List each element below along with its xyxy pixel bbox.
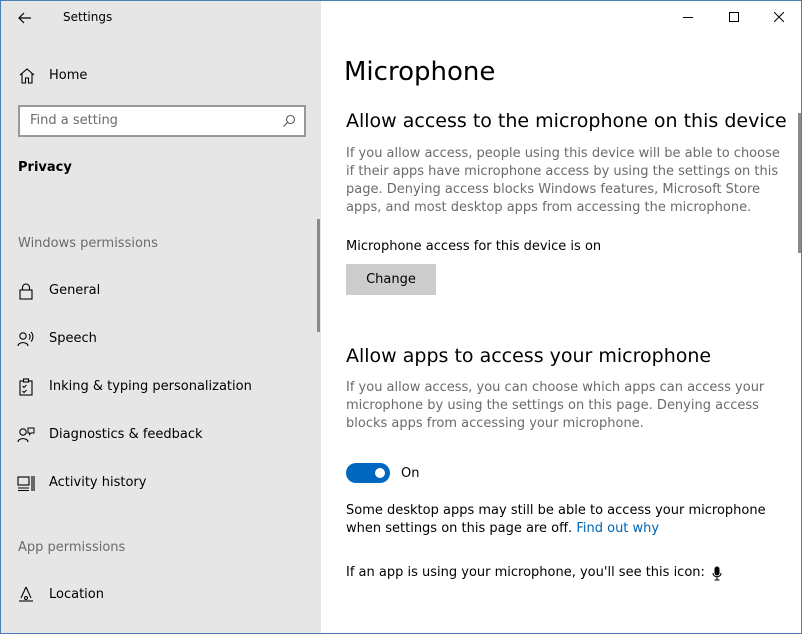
sidebar-item-label: Home	[49, 67, 88, 83]
sidebar-item-home[interactable]: Home	[1, 57, 321, 93]
location-icon	[19, 586, 33, 602]
device-access-description: If you allow access, people using this d…	[346, 146, 780, 215]
search-placeholder: Find a setting	[30, 113, 118, 128]
device-access-heading: Allow access to the microphone on this d…	[346, 110, 787, 132]
activity-history-icon	[17, 476, 35, 492]
apps-access-description: If you allow access, you can choose whic…	[346, 380, 765, 431]
close-button[interactable]	[756, 1, 801, 33]
sidebar-item-label: Diagnostics & feedback	[49, 427, 203, 442]
sidebar-item-activity-history[interactable]: Activity history	[1, 463, 317, 503]
desktop-apps-note: Some desktop apps may still be able to a…	[346, 502, 766, 538]
device-access-status: Microphone access for this device is on	[346, 239, 602, 254]
search-input[interactable]: Find a setting	[18, 105, 306, 137]
back-button[interactable]	[9, 5, 41, 31]
sidebar-item-diagnostics-feedback[interactable]: Diagnostics & feedback	[1, 415, 317, 455]
speech-icon	[17, 331, 34, 347]
back-arrow-icon	[18, 12, 31, 24]
app-title: Settings	[63, 10, 113, 24]
sidebar-item-general[interactable]: General	[1, 271, 317, 311]
sidebar-item-location[interactable]: Location	[1, 575, 317, 615]
page-title: Microphone	[344, 57, 496, 87]
section-title: Privacy	[18, 160, 72, 175]
sidebar-item-label: Speech	[49, 331, 97, 346]
lock-icon	[19, 283, 33, 300]
toggle-state-label: On	[401, 466, 420, 481]
sidebar-item-label: General	[49, 283, 101, 298]
sidebar-item-label: Activity history	[49, 475, 147, 490]
home-icon	[19, 68, 35, 84]
minimize-button[interactable]	[665, 1, 711, 33]
find-out-why-link[interactable]: Find out why	[576, 521, 659, 536]
toggle-knob	[375, 468, 385, 478]
change-button[interactable]: Change	[346, 264, 436, 295]
maximize-button[interactable]	[711, 1, 757, 33]
clipboard-icon	[19, 378, 33, 396]
sidebar-scrollbar[interactable]	[317, 219, 320, 332]
app-permissions-header: App permissions	[18, 540, 126, 555]
settings-window: Settings Home Find a setting Privacy Win…	[0, 0, 802, 634]
apps-access-heading: Allow apps to access your microphone	[346, 345, 712, 367]
sidebar-item-speech[interactable]: Speech	[1, 319, 317, 359]
search-icon[interactable]	[282, 114, 296, 128]
sidebar-item-label: Inking & typing personalization	[49, 379, 252, 394]
minimize-icon	[683, 17, 693, 18]
feedback-icon	[17, 427, 35, 443]
maximize-icon	[729, 12, 739, 22]
sidebar: Settings Home Find a setting Privacy Win…	[1, 1, 321, 633]
sidebar-item-label: Location	[49, 587, 104, 602]
mic-icon-note-text: If an app is using your microphone, you'…	[346, 565, 705, 580]
mic-icon-note: If an app is using your microphone, you'…	[346, 564, 722, 582]
microphone-icon	[712, 566, 722, 581]
close-icon	[774, 12, 784, 22]
main-scrollbar[interactable]	[798, 113, 801, 253]
windows-permissions-header: Windows permissions	[18, 236, 158, 251]
sidebar-item-inking-typing[interactable]: Inking & typing personalization	[1, 367, 317, 407]
desktop-apps-note-text: Some desktop apps may still be able to a…	[346, 503, 766, 536]
main-content: Microphone Allow access to the microphon…	[322, 1, 801, 633]
apps-access-toggle[interactable]	[346, 463, 390, 483]
